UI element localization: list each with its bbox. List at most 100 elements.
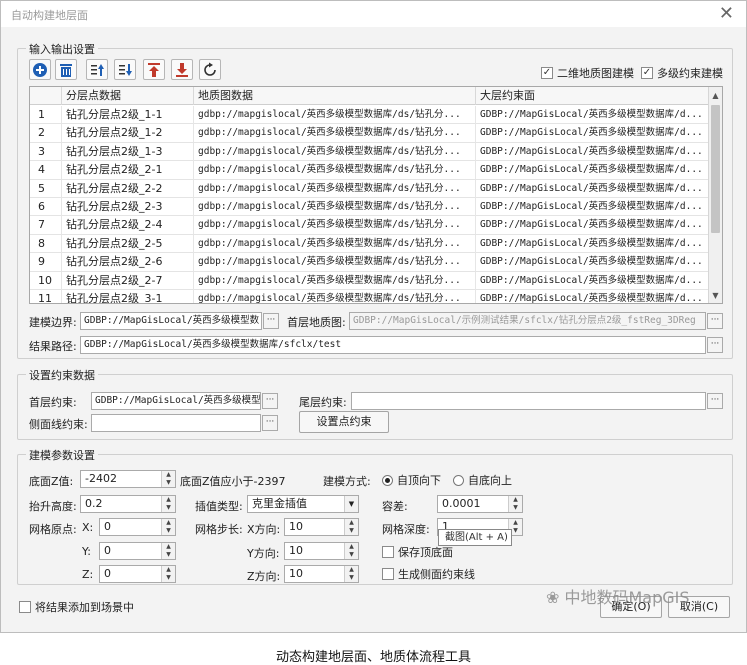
bottom-z-spinbox[interactable]: -2402 ▲ ▼ [80,470,176,488]
interp-type-select[interactable]: 克里金插值 ▼ [247,495,359,513]
move-up-button[interactable] [86,59,108,80]
spin-arrows-icon[interactable]: ▲ ▼ [161,566,175,582]
cell-geomap[interactable]: gdbp://mapgislocal/英西多级模型数据库/ds/钻孔分... [194,271,476,290]
cell-index[interactable]: 10 [30,271,62,290]
tail-constraint-field[interactable] [351,392,706,410]
cell-constraint[interactable]: GDBP://MapGisLocal/英西多级模型数据库/d... [476,198,710,216]
move-bottom-button[interactable] [171,59,193,80]
result-path-browse-button[interactable]: ··· [707,337,723,353]
cell-layer-points[interactable]: 钻孔分层点2级_2-6 [62,253,194,272]
cell-layer-points[interactable]: 钻孔分层点2级_2-3 [62,198,194,216]
cell-layer-points[interactable]: 钻孔分层点2级_1-3 [62,142,194,161]
cell-geomap[interactable]: gdbp://mapgislocal/英西多级模型数据库/ds/钻孔分... [194,253,476,272]
tail-constraint-browse-button[interactable]: ··· [707,393,723,409]
cell-layer-points[interactable]: 钻孔分层点2级_3-1 [62,290,194,303]
move-top-button[interactable] [143,59,165,80]
spin-arrows-icon[interactable]: ▲ ▼ [161,519,175,535]
spin-arrows-icon[interactable]: ▲ ▼ [344,543,358,559]
cell-geomap[interactable]: gdbp://mapgislocal/英西多级模型数据库/ds/钻孔分... [194,142,476,161]
table-row[interactable]: 8 钻孔分层点2级_2-5 gdbp://mapgislocal/英西多级模型数据库… [30,234,710,254]
spin-arrows-icon[interactable]: ▲ ▼ [344,566,358,582]
cell-geomap[interactable]: gdbp://mapgislocal/英西多级模型数据库/ds/钻孔分... [194,216,476,235]
tolerance-spinbox[interactable]: 0.0001 ▲ ▼ [437,495,523,513]
cell-index[interactable]: 8 [30,234,62,253]
spin-arrows-icon[interactable]: ▲ ▼ [161,471,175,487]
cell-geomap[interactable]: gdbp://mapgislocal/英西多级模型数据库/ds/钻孔分... [194,179,476,198]
spin-arrows-icon[interactable]: ▲ ▼ [344,519,358,535]
cell-constraint[interactable]: GDBP://MapGisLocal/英西多级模型数据库/d... [476,234,710,253]
cell-constraint[interactable]: GDBP://MapGisLocal/英西多级模型数据库/d... [476,124,710,143]
table-scrollbar[interactable]: ▲ ▼ [708,87,722,303]
check-2d-geomap[interactable]: ✓ 二维地质图建模 [541,65,634,81]
keep-top-bottom-check[interactable]: 保存顶底面 [382,544,453,560]
table-row[interactable]: 1 钻孔分层点2级_1-1 gdbp://mapgislocal/英西多级模型数据库… [30,106,710,125]
step-y-spinbox[interactable]: 10 ▲ ▼ [284,542,359,560]
top-constraint-browse-button[interactable]: ··· [262,393,278,409]
table-row[interactable]: 6 钻孔分层点2级_2-3 gdbp://mapgislocal/英西多级模型数据库… [30,198,710,217]
cell-index[interactable]: 5 [30,179,62,198]
top-geomap-field[interactable]: GDBP://MapGisLocal/示例测试结果/sfclx/钻孔分层点2级_… [349,312,706,330]
spin-arrows-icon[interactable]: ▲ ▼ [161,496,175,512]
cell-constraint[interactable]: GDBP://MapGisLocal/英西多级模型数据库/d... [476,142,710,161]
cell-constraint[interactable]: GDBP://MapGisLocal/英西多级模型数据库/d... [476,216,710,235]
table-row[interactable]: 9 钻孔分层点2级_2-6 gdbp://mapgislocal/英西多级模型数据库… [30,253,710,272]
table-row[interactable]: 10 钻孔分层点2级_2-7 gdbp://mapgislocal/英西多级模型数据… [30,271,710,290]
add-to-scene-check[interactable]: 将结果添加到场景中 [19,599,134,615]
cell-constraint[interactable]: GDBP://MapGisLocal/英西多级模型数据库/d... [476,106,710,124]
cell-layer-points[interactable]: 钻孔分层点2级_2-2 [62,179,194,198]
chevron-down-icon[interactable]: ▼ [344,496,358,512]
scroll-thumb[interactable] [711,105,720,233]
side-constraint-field[interactable] [91,414,261,432]
check-multi-constraint-box[interactable]: ✓ [641,67,653,79]
cell-geomap[interactable]: gdbp://mapgislocal/英西多级模型数据库/ds/钻孔分... [194,124,476,143]
cell-geomap[interactable]: gdbp://mapgislocal/英西多级模型数据库/ds/钻孔分... [194,198,476,216]
cell-constraint[interactable]: GDBP://MapGisLocal/英西多级模型数据库/d... [476,179,710,198]
table-row[interactable]: 3 钻孔分层点2级_1-3 gdbp://mapgislocal/英西多级模型数据库… [30,142,710,162]
boundary-browse-button[interactable]: ··· [263,313,279,329]
spin-arrows-icon[interactable]: ▲ ▼ [508,496,522,512]
scroll-down-icon[interactable]: ▼ [709,289,722,303]
close-icon[interactable]: ✕ [719,3,734,25]
check-multi-constraint[interactable]: ✓ 多级约束建模 [641,65,723,81]
radio-dot-icon[interactable] [382,474,393,486]
cell-constraint[interactable]: GDBP://MapGisLocal/英西多级模型数据库/d... [476,161,710,180]
cell-index[interactable]: 6 [30,198,62,216]
cell-layer-points[interactable]: 钻孔分层点2级_1-2 [62,124,194,143]
table-row[interactable]: 4 钻孔分层点2级_2-1 gdbp://mapgislocal/英西多级模型数据库… [30,161,710,180]
cell-index[interactable]: 3 [30,142,62,161]
cell-layer-points[interactable]: 钻孔分层点2级_2-5 [62,234,194,253]
table-row[interactable]: 2 钻孔分层点2级_1-2 gdbp://mapgislocal/英西多级模型数据库… [30,124,710,143]
cell-index[interactable]: 7 [30,216,62,235]
move-down-button[interactable] [114,59,136,80]
cell-layer-points[interactable]: 钻孔分层点2级_2-4 [62,216,194,235]
table-row[interactable]: 7 钻孔分层点2级_2-4 gdbp://mapgislocal/英西多级模型数据库… [30,216,710,235]
cell-layer-points[interactable]: 钻孔分层点2级_1-1 [62,106,194,124]
top-geomap-browse-button[interactable]: ··· [707,313,723,329]
method-bottom-up-radio[interactable]: 自底向上 [453,472,512,488]
cell-index[interactable]: 2 [30,124,62,143]
cell-constraint[interactable]: GDBP://MapGisLocal/英西多级模型数据库/d... [476,253,710,272]
step-z-spinbox[interactable]: 10 ▲ ▼ [284,565,359,583]
gen-side-constraint-check[interactable]: 生成侧面约束线 [382,566,475,582]
origin-y-spinbox[interactable]: 0 ▲ ▼ [99,542,176,560]
top-constraint-field[interactable]: GDBP://MapGisLocal/英西多级模型 [91,392,261,410]
boundary-field[interactable]: GDBP://MapGisLocal/英西多级模型数 [80,312,262,330]
cell-geomap[interactable]: gdbp://mapgislocal/英西多级模型数据库/ds/钻孔分... [194,161,476,180]
table-row[interactable]: 11 钻孔分层点2级_3-1 gdbp://mapgislocal/英西多级模型数据… [30,290,710,303]
add-row-button[interactable] [29,59,51,80]
set-point-constraint-button[interactable]: 设置点约束 [299,411,389,433]
check-2d-geomap-box[interactable]: ✓ [541,67,553,79]
refresh-button[interactable] [199,59,221,80]
table-row[interactable]: 5 钻孔分层点2级_2-2 gdbp://mapgislocal/英西多级模型数据库… [30,179,710,198]
method-top-down-radio[interactable]: 自顶向下 [382,472,441,488]
delete-row-button[interactable] [55,59,77,80]
cell-layer-points[interactable]: 钻孔分层点2级_2-7 [62,271,194,290]
side-constraint-browse-button[interactable]: ··· [262,415,278,431]
cell-geomap[interactable]: gdbp://mapgislocal/英西多级模型数据库/ds/钻孔分... [194,290,476,303]
cell-layer-points[interactable]: 钻孔分层点2级_2-1 [62,161,194,180]
cell-index[interactable]: 11 [30,290,62,303]
spin-arrows-icon[interactable]: ▲ ▼ [161,543,175,559]
step-x-spinbox[interactable]: 10 ▲ ▼ [284,518,359,536]
radio-dot-icon[interactable] [453,474,464,486]
add-to-scene-box[interactable] [19,601,31,613]
